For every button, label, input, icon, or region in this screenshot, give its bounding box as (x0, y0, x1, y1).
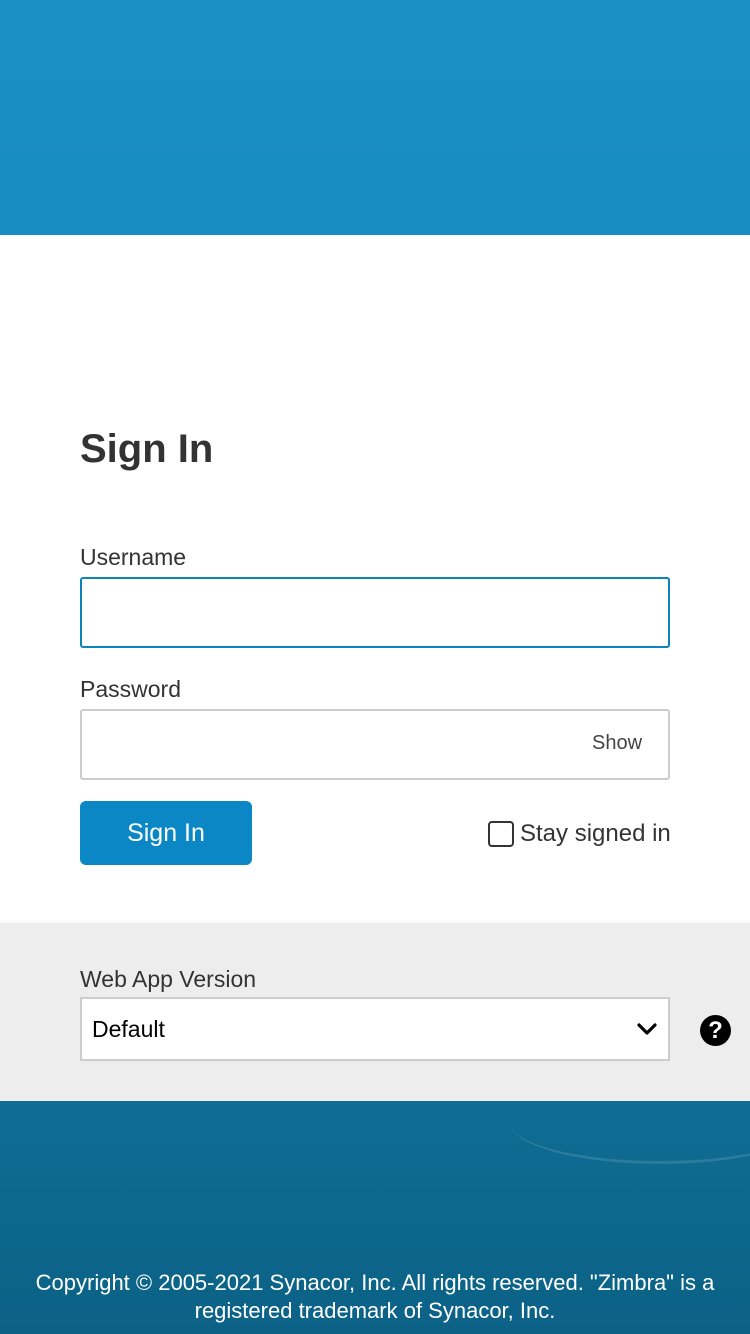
password-input[interactable] (80, 709, 670, 780)
copyright-line-2: registered trademark of Synacor, Inc. (194, 1298, 556, 1323)
copyright-notice: Copyright © 2005-2021 Synacor, Inc. All … (0, 1269, 750, 1325)
sign-in-button[interactable]: Sign In (80, 801, 252, 865)
chevron-down-icon (636, 1018, 658, 1040)
password-label: Password (80, 676, 181, 702)
page-title: Sign In (80, 427, 214, 471)
show-password-toggle[interactable]: Show (592, 731, 642, 755)
version-panel: Web App Version Default ? (0, 923, 750, 1101)
header-banner (0, 0, 750, 235)
login-panel: Sign In Username Password Show Sign In S… (0, 235, 750, 923)
wave-decoration (510, 1101, 750, 1164)
web-app-version-label: Web App Version (80, 966, 257, 992)
web-app-version-value: Default (92, 1015, 165, 1042)
web-app-version-select[interactable]: Default (80, 997, 670, 1061)
stay-signed-in-label[interactable]: Stay signed in (520, 820, 671, 848)
help-icon[interactable]: ? (700, 1015, 731, 1046)
checkbox-icon[interactable] (488, 821, 514, 847)
copyright-line-1: Copyright © 2005-2021 Synacor, Inc. All … (35, 1270, 715, 1295)
username-input[interactable] (80, 577, 670, 648)
stay-signed-in-option[interactable]: Stay signed in (488, 820, 671, 848)
username-label: Username (80, 544, 187, 570)
